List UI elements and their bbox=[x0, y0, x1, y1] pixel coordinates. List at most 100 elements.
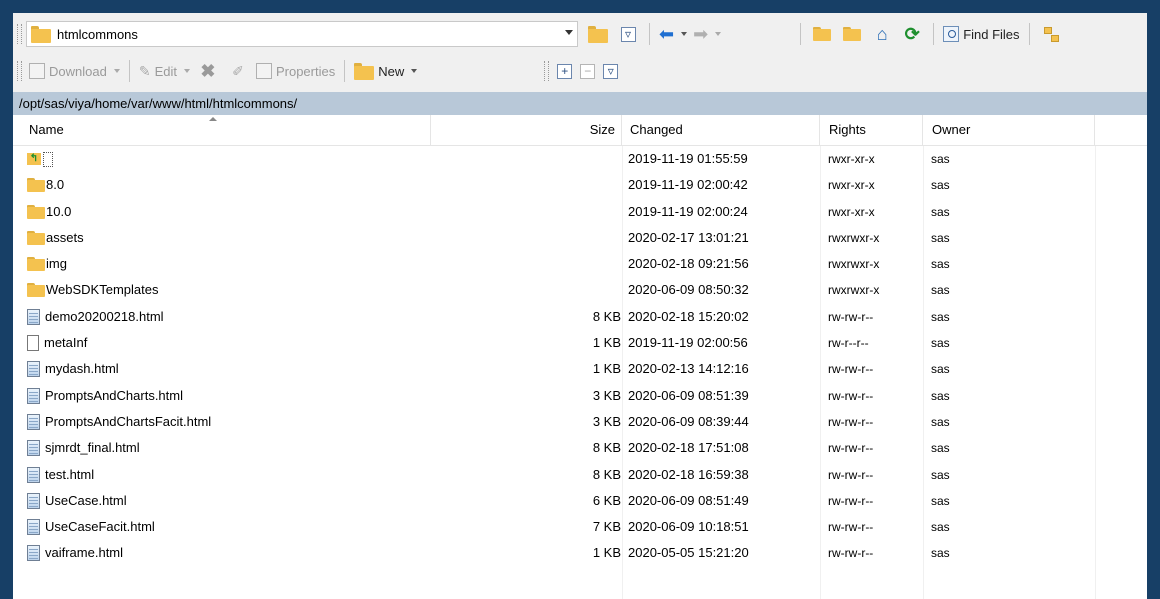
find-files-button[interactable]: Find Files bbox=[941, 22, 1021, 46]
file-name-cell[interactable]: demo20200218.html bbox=[27, 304, 164, 330]
file-name-cell[interactable]: WebSDKTemplates bbox=[27, 277, 158, 303]
html-file-icon bbox=[27, 519, 40, 536]
file-row[interactable]: vaiframe.html 1 KB 2020-05-05 15:21:20 rw-r… bbox=[13, 540, 1147, 566]
file-row[interactable]: demo20200218.html 8 KB 2020-02-18 15:20:02… bbox=[13, 304, 1147, 330]
file-owner: sas bbox=[931, 441, 950, 456]
file-owner: sas bbox=[931, 388, 950, 403]
back-dropdown-icon[interactable] bbox=[681, 32, 688, 36]
file-name-cell[interactable]: mydash.html bbox=[27, 356, 119, 382]
html-file-icon bbox=[27, 361, 40, 378]
file-row[interactable]: assets 2020-02-17 13:01:21 rwxrwxr-x sas bbox=[13, 225, 1147, 251]
file-list-header: Name Size Changed Rights Owner bbox=[13, 115, 1147, 146]
new-dropdown-icon[interactable] bbox=[411, 69, 418, 73]
find-files-label: Find Files bbox=[963, 26, 1020, 42]
file-row[interactable]: PromptsAndCharts.html 3 KB 2020-06-09 08:5… bbox=[13, 383, 1147, 409]
toolbar-grip[interactable] bbox=[17, 61, 22, 81]
file-row[interactable]: UseCaseFacit.html 7 KB 2020-06-09 10:18:51… bbox=[13, 514, 1147, 540]
file-name-cell[interactable]: 8.0 bbox=[27, 172, 64, 198]
edit-label: Edit bbox=[154, 63, 177, 79]
forward-arrow-icon: ➡ bbox=[693, 24, 709, 44]
file-name-cell[interactable]: 10.0 bbox=[27, 199, 71, 225]
edit-button[interactable]: ✎ Edit bbox=[137, 59, 192, 83]
current-path: /opt/sas/viya/home/var/www/html/htmlcomm… bbox=[19, 96, 298, 111]
rename-button[interactable]: ✐ bbox=[224, 59, 252, 83]
parent-dir-button[interactable] bbox=[808, 22, 836, 46]
open-folder-button[interactable] bbox=[584, 22, 612, 46]
file-rows: ↰ 2019-11-19 01:55:59 rwxr-xr-x sas 8.0 2019-… bbox=[13, 146, 1147, 567]
file-owner: sas bbox=[931, 257, 950, 272]
filter-files-button[interactable]: ▿ bbox=[603, 63, 619, 79]
folder-icon bbox=[27, 257, 45, 272]
column-header-changed[interactable]: Changed bbox=[622, 115, 820, 145]
file-changed: 2020-02-17 13:01:21 bbox=[628, 229, 749, 245]
toolbar-grip[interactable] bbox=[544, 61, 550, 81]
file-name-cell[interactable]: UseCase.html bbox=[27, 488, 127, 514]
file-owner: sas bbox=[931, 414, 950, 429]
delete-button[interactable]: ✖ bbox=[194, 59, 222, 83]
file-name: PromptsAndChartsFacit.html bbox=[45, 413, 212, 429]
file-row[interactable]: sjmrdt_final.html 8 KB 2020-02-18 17:51:08… bbox=[13, 435, 1147, 461]
file-owner: sas bbox=[931, 283, 950, 298]
back-button[interactable]: ⬅ bbox=[657, 22, 689, 46]
file-size: 1 KB bbox=[592, 361, 621, 377]
file-row[interactable]: 8.0 2019-11-19 02:00:42 rwxr-xr-x sas bbox=[13, 172, 1147, 198]
home-button[interactable]: ⌂ bbox=[868, 22, 896, 46]
file-rights: rwxrwxr-x bbox=[828, 283, 880, 298]
file-owner: sas bbox=[931, 309, 950, 324]
file-name-cell[interactable]: PromptsAndCharts.html bbox=[27, 383, 183, 409]
file-rights: rw-rw-r-- bbox=[828, 362, 874, 377]
unselect-all-button[interactable]: − bbox=[580, 63, 596, 79]
file-size: 3 KB bbox=[592, 387, 621, 403]
column-header-size[interactable]: Size bbox=[431, 115, 622, 145]
file-name-cell[interactable]: PromptsAndChartsFacit.html bbox=[27, 409, 211, 435]
file-name-cell[interactable]: sjmrdt_final.html bbox=[27, 435, 140, 461]
folder-icon bbox=[31, 25, 51, 43]
html-file-icon bbox=[27, 387, 40, 404]
file-row[interactable]: 10.0 2019-11-19 02:00:24 rwxr-xr-x sas bbox=[13, 199, 1147, 225]
toolbar-grip[interactable] bbox=[17, 24, 22, 44]
file-name-cell[interactable]: test.html bbox=[27, 462, 94, 488]
file-name-cell[interactable]: metaInf bbox=[27, 330, 87, 356]
properties-button[interactable]: Properties bbox=[254, 59, 337, 83]
file-toolbar: Download ✎ Edit ✖ ✐ Properties New + − ▿ bbox=[13, 56, 1147, 86]
file-row[interactable]: PromptsAndChartsFacit.html 3 KB 2020-06-09… bbox=[13, 409, 1147, 435]
column-header-name[interactable]: Name bbox=[13, 115, 431, 145]
filter-button[interactable]: ▿ bbox=[614, 22, 642, 46]
file-row[interactable]: test.html 8 KB 2020-02-18 16:59:38 rw-rw-r-… bbox=[13, 462, 1147, 488]
file-name-cell[interactable]: img bbox=[27, 251, 67, 277]
download-button[interactable]: Download bbox=[27, 59, 122, 83]
column-header-name-label: Name bbox=[29, 122, 64, 137]
folder-combo[interactable]: htmlcommons bbox=[26, 21, 578, 47]
select-all-button[interactable]: + bbox=[557, 63, 573, 79]
file-changed: 2020-02-18 16:59:38 bbox=[628, 466, 749, 482]
file-name-cell[interactable]: vaiframe.html bbox=[27, 540, 123, 566]
file-row[interactable]: img 2020-02-18 09:21:56 rwxrwxr-x sas bbox=[13, 251, 1147, 277]
tree-button[interactable] bbox=[1037, 22, 1065, 46]
path-bar[interactable]: /opt/sas/viya/home/var/www/html/htmlcomm… bbox=[13, 92, 1147, 115]
column-header-rights[interactable]: Rights bbox=[820, 115, 923, 145]
refresh-button[interactable]: ⟳ bbox=[898, 22, 926, 46]
root-dir-button[interactable] bbox=[838, 22, 866, 46]
file-row[interactable]: WebSDKTemplates 2020-06-09 08:50:32 rwxrwx… bbox=[13, 277, 1147, 303]
combo-dropdown-icon[interactable] bbox=[565, 30, 573, 35]
column-header-changed-label: Changed bbox=[630, 122, 683, 137]
file-name-cell[interactable]: ↰ bbox=[27, 146, 53, 172]
column-header-owner[interactable]: Owner bbox=[923, 115, 1095, 145]
file-row[interactable]: mydash.html 1 KB 2020-02-13 14:12:16 rw-rw-… bbox=[13, 356, 1147, 382]
forward-dropdown-icon[interactable] bbox=[715, 32, 722, 36]
file-list[interactable]: Name Size Changed Rights Owner ↰ 2019-11-… bbox=[13, 115, 1147, 599]
file-row[interactable]: UseCase.html 6 KB 2020-06-09 08:51:49 rw-rw… bbox=[13, 488, 1147, 514]
edit-dropdown-icon[interactable] bbox=[183, 69, 190, 73]
toolbar-separator bbox=[344, 60, 346, 82]
forward-button[interactable]: ➡ bbox=[691, 22, 723, 46]
file-name-cell[interactable]: assets bbox=[27, 225, 84, 251]
file-row[interactable]: ↰ 2019-11-19 01:55:59 rwxr-xr-x sas bbox=[13, 146, 1147, 172]
find-icon bbox=[943, 26, 960, 42]
file-changed: 2020-06-09 08:39:44 bbox=[628, 413, 749, 429]
html-file-icon bbox=[27, 413, 40, 430]
download-dropdown-icon[interactable] bbox=[113, 69, 120, 73]
file-row[interactable]: metaInf 1 KB 2019-11-19 02:00:56 rw-r--r-- s… bbox=[13, 330, 1147, 356]
refresh-icon: ⟳ bbox=[904, 23, 920, 44]
new-button[interactable]: New bbox=[352, 59, 419, 83]
file-name-cell[interactable]: UseCaseFacit.html bbox=[27, 514, 155, 540]
